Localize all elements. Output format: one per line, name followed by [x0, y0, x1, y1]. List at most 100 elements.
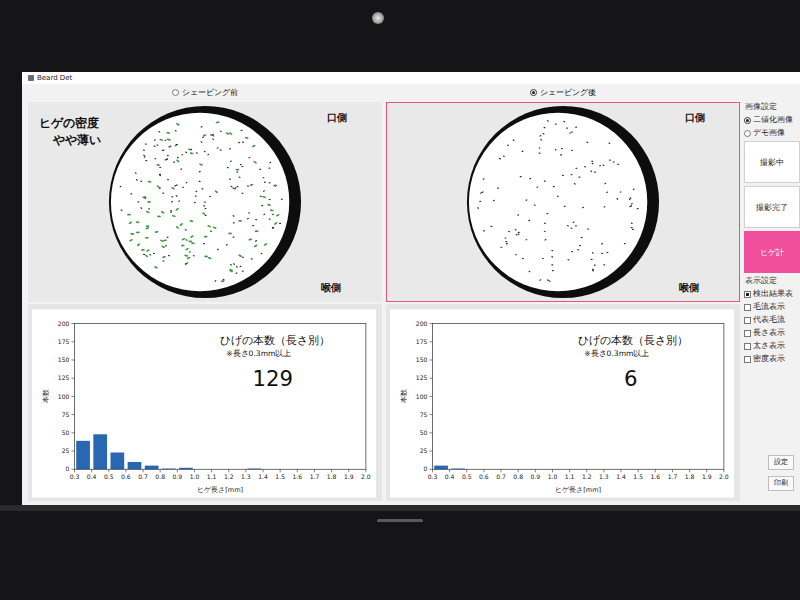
small-button[interactable]: 印刷: [768, 476, 794, 491]
hair-dot: [633, 188, 635, 190]
x-tick-label: 0.5: [462, 473, 472, 480]
image-setting-radio[interactable]: デモ画像: [744, 128, 800, 138]
display-setting-checkbox[interactable]: 毛流表示: [744, 302, 800, 312]
hair-dot: [242, 256, 244, 258]
hair-dot: [233, 222, 235, 224]
density-label: ヒゲの密度やや薄い: [39, 115, 101, 149]
checkbox-icon[interactable]: [744, 291, 751, 298]
checkbox-icon[interactable]: [744, 304, 751, 311]
hair-dot: [226, 244, 228, 246]
checkbox-icon[interactable]: [744, 356, 751, 363]
hair-dot: [166, 236, 168, 238]
hair-dot: [136, 179, 138, 181]
hair-dot: [521, 150, 523, 152]
hair-dot: [630, 222, 632, 224]
hair-dot: [540, 139, 542, 141]
x-tick-label: 0.7: [138, 473, 148, 480]
x-tick-mark: [91, 469, 92, 472]
side-button[interactable]: 撮影完了: [744, 186, 800, 228]
radio-icon[interactable]: [172, 89, 179, 96]
hair-dot: [606, 191, 608, 193]
hair-dot: [185, 182, 187, 184]
throat-side-label: 喉側: [679, 281, 699, 295]
x-tick-mark: [655, 469, 656, 472]
length-histogram: 02550751001251501752000.30.40.50.60.70.8…: [390, 308, 734, 499]
small-button[interactable]: 設定: [768, 455, 794, 470]
hair-dot: [569, 132, 571, 133]
hair-dot: [515, 234, 517, 236]
radio-icon[interactable]: [530, 89, 537, 96]
checkbox-icon[interactable]: [744, 343, 751, 350]
hair-dot: [263, 190, 265, 192]
hair-dot: [137, 201, 139, 203]
view-radio[interactable]: シェービング後: [386, 84, 740, 100]
display-setting-checkbox[interactable]: 長さ表示: [744, 328, 800, 338]
hair-dot: [518, 232, 520, 233]
hair-dot: [217, 248, 219, 250]
hair-dot: [182, 187, 184, 188]
hair-dot: [520, 176, 522, 177]
hair-dot: [215, 121, 219, 123]
hair-dot: [143, 149, 145, 151]
side-button[interactable]: ヒゲ計: [744, 231, 800, 273]
x-tick-mark: [365, 469, 366, 472]
display-setting-checkbox[interactable]: 検出結果表: [744, 289, 800, 299]
hair-dot: [272, 227, 274, 229]
hair-dot: [604, 183, 606, 185]
x-tick-label: 1.9: [702, 473, 712, 480]
image-setting-radio[interactable]: 二値化画像: [744, 115, 800, 125]
hair-dot: [272, 213, 274, 215]
x-tick-label: 2.0: [361, 473, 371, 480]
checkbox-icon[interactable]: [744, 317, 751, 324]
hair-dot: [504, 237, 506, 238]
display-setting-checkbox[interactable]: 代表毛流: [744, 315, 800, 325]
x-tick-label: 1.6: [650, 473, 660, 480]
display-setting-checkbox[interactable]: 密度表示: [744, 354, 800, 364]
y-tick-label: 75: [420, 411, 428, 418]
hair-dot: [573, 183, 575, 185]
x-tick-mark: [466, 469, 467, 472]
radio-icon[interactable]: [744, 130, 751, 137]
hair-dot: [571, 251, 573, 252]
hair-dot: [273, 184, 277, 186]
hair-dot: [539, 152, 541, 153]
view-radio[interactable]: シェービング前: [28, 84, 382, 100]
y-tick-label: 200: [58, 320, 70, 327]
hair-dot: [497, 187, 499, 189]
hair-dot: [198, 181, 200, 183]
app-body: シェービング前ヒゲの密度やや薄い口側喉側02550751001251501752…: [22, 84, 800, 505]
radio-icon[interactable]: [744, 117, 751, 124]
option-label: 代表毛流: [753, 315, 785, 325]
hair-dot: [229, 178, 231, 179]
tablet-bezel: [0, 0, 800, 72]
hair-dot: [499, 158, 501, 160]
hair-dot: [247, 185, 249, 187]
plot-frame: [74, 324, 365, 470]
hair-dot: [269, 161, 271, 163]
hair-dot: [262, 177, 264, 178]
hair-dot: [214, 280, 216, 282]
x-tick-mark: [449, 469, 450, 472]
histogram-bar: [76, 441, 90, 469]
hair-dot: [214, 190, 218, 194]
checkbox-icon[interactable]: [744, 330, 751, 337]
hair-dot: [136, 232, 140, 234]
hair-dot: [140, 207, 142, 209]
hair-dot: [229, 132, 233, 135]
hair-dot: [236, 186, 238, 188]
hair-dot: [130, 193, 132, 195]
side-button[interactable]: 撮影中: [744, 141, 800, 183]
hair-dot: [195, 195, 197, 196]
display-setting-checkbox[interactable]: 太さ表示: [744, 341, 800, 351]
hair-dot: [193, 255, 195, 256]
hair-dot: [172, 215, 176, 218]
hair-dot: [544, 223, 546, 224]
hair-dot: [577, 249, 579, 251]
hair-dot: [230, 186, 232, 188]
hair-dot: [268, 167, 270, 168]
hair-dot: [216, 147, 218, 149]
x-tick-label: 0.9: [531, 473, 541, 480]
hair-dot: [145, 160, 147, 162]
x-tick-mark: [177, 469, 178, 472]
hair-dot: [507, 144, 509, 146]
